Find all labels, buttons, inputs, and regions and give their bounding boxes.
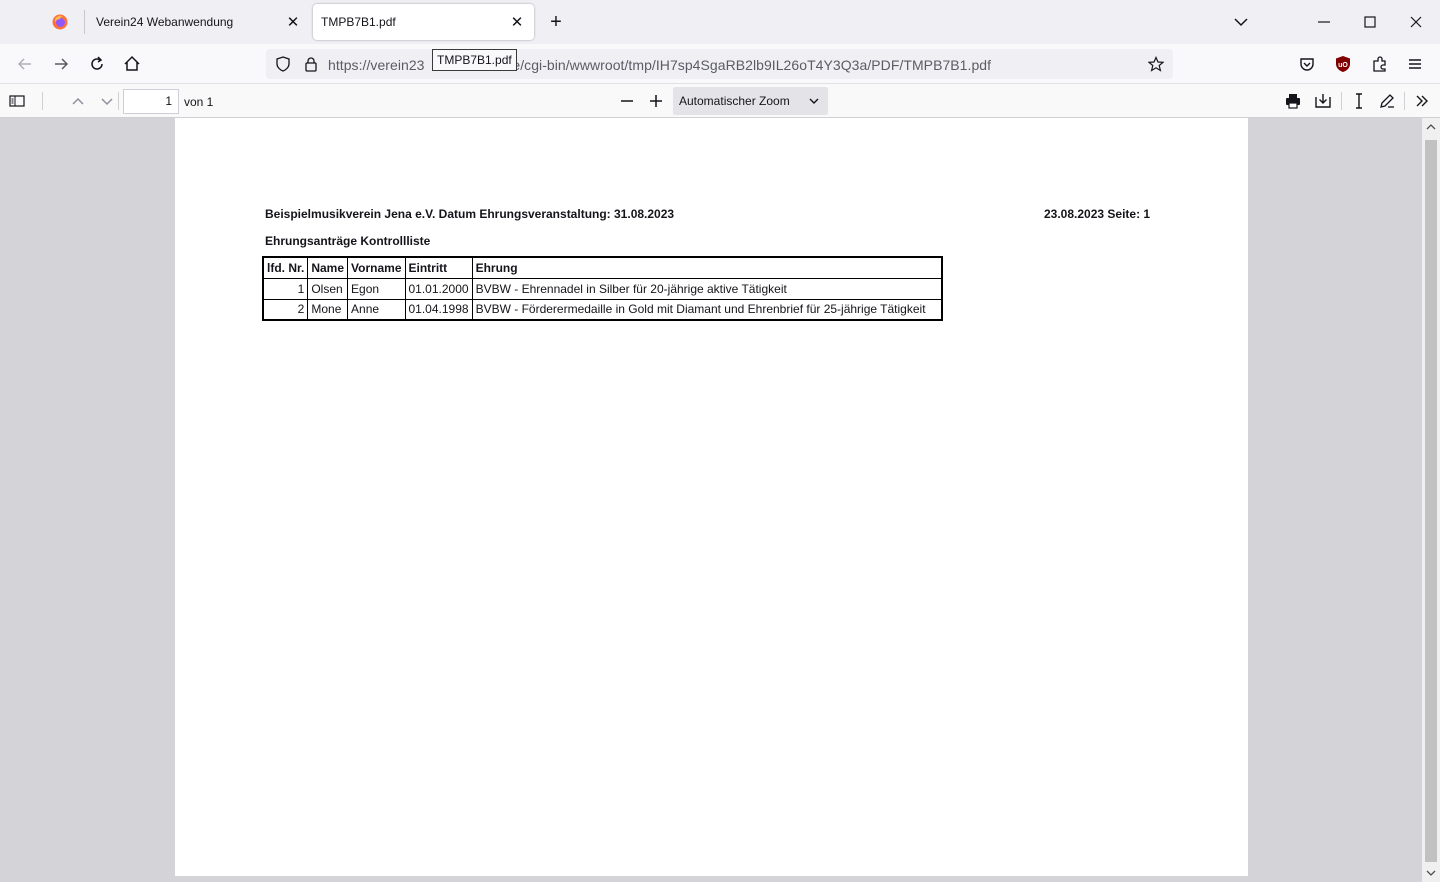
column-header: Eintritt bbox=[404, 256, 473, 279]
table-cell: 1 bbox=[262, 277, 309, 300]
close-tab-icon[interactable]: ✕ bbox=[508, 13, 526, 31]
url-bar[interactable]: https://verein23 de/cgi-bin/wwwroot/tmp/I… bbox=[266, 49, 1173, 79]
previous-page-chevron-up-icon[interactable] bbox=[68, 91, 88, 111]
table-cell: Mone bbox=[307, 298, 349, 321]
pdf-viewer-container[interactable]: Beispielmusikverein Jena e.V. Datum Ehru… bbox=[0, 118, 1422, 882]
maximize-icon[interactable] bbox=[1360, 12, 1380, 32]
url-text: https://verein23 de/cgi-bin/wwwroot/tmp/I… bbox=[328, 57, 992, 73]
tab-verein24[interactable]: Verein24 Webanwendung ✕ bbox=[84, 4, 310, 40]
draw-pen-icon[interactable] bbox=[1377, 91, 1397, 111]
pdf-page: Beispielmusikverein Jena e.V. Datum Ehru… bbox=[175, 118, 1248, 876]
vertical-scrollbar[interactable] bbox=[1422, 118, 1440, 882]
zoom-in-plus-icon[interactable] bbox=[646, 91, 666, 111]
tracking-protection-shield-icon[interactable] bbox=[275, 56, 291, 72]
column-header: Ehrung bbox=[471, 256, 943, 279]
forward-arrow-icon[interactable] bbox=[51, 54, 71, 74]
document-subtitle: Ehrungsanträge Kontrollliste bbox=[265, 234, 431, 248]
table-cell: 01.01.2000 bbox=[404, 277, 473, 300]
column-header: Name bbox=[307, 256, 349, 279]
page-count-label: von 1 bbox=[184, 95, 214, 109]
zoom-out-minus-icon[interactable] bbox=[617, 91, 637, 111]
table-cell: BVBW - Förderermedaille in Gold mit Diam… bbox=[471, 298, 943, 321]
window-close-icon[interactable] bbox=[1406, 12, 1426, 32]
table-row: 2 Mone Anne 01.04.1998 BVBW - Fördererme… bbox=[262, 298, 943, 321]
pocket-icon[interactable] bbox=[1297, 54, 1317, 74]
tab-strip: Verein24 Webanwendung ✕ TMPB7B1.pdf ✕ + bbox=[0, 0, 1440, 44]
page-number-input[interactable]: 1 bbox=[123, 89, 179, 114]
document-header-right: 23.08.2023 Seite: 1 bbox=[1044, 207, 1151, 221]
back-arrow-icon[interactable] bbox=[15, 54, 35, 74]
tab-tooltip: TMPB7B1.pdf bbox=[432, 49, 517, 71]
table-cell: 01.04.1998 bbox=[404, 298, 473, 321]
scrollbar-thumb[interactable] bbox=[1425, 140, 1437, 862]
close-tab-icon[interactable]: ✕ bbox=[284, 13, 302, 31]
table-cell: 2 bbox=[262, 298, 309, 321]
hamburger-menu-icon[interactable] bbox=[1405, 54, 1425, 74]
pdf-toolbar: 1 von 1 Automatischer Zoom bbox=[0, 84, 1440, 118]
extensions-puzzle-icon[interactable] bbox=[1370, 54, 1390, 74]
honors-table: lfd. Nr. Name Vorname Eintritt Ehrung 1 … bbox=[262, 256, 944, 321]
sidebar-toggle-icon[interactable] bbox=[7, 91, 27, 111]
list-all-tabs-chevron-down-icon[interactable] bbox=[1231, 12, 1251, 32]
svg-text:uO: uO bbox=[1338, 62, 1348, 69]
tools-double-chevron-right-icon[interactable] bbox=[1412, 91, 1432, 111]
bookmark-star-icon[interactable] bbox=[1148, 56, 1164, 72]
scroll-up-arrow-icon[interactable] bbox=[1422, 118, 1440, 136]
column-header: lfd. Nr. bbox=[262, 256, 309, 279]
text-cursor-icon[interactable] bbox=[1349, 91, 1369, 111]
print-icon[interactable] bbox=[1283, 91, 1303, 111]
next-page-chevron-down-icon[interactable] bbox=[97, 91, 117, 111]
ublock-origin-icon[interactable]: uO bbox=[1333, 54, 1353, 74]
reload-icon[interactable] bbox=[87, 54, 107, 74]
table-cell: Egon bbox=[347, 277, 406, 300]
new-tab-plus-icon[interactable]: + bbox=[546, 12, 566, 32]
column-header: Vorname bbox=[347, 256, 406, 279]
table-cell: Olsen bbox=[307, 277, 349, 300]
home-icon[interactable] bbox=[122, 54, 142, 74]
minimize-icon[interactable] bbox=[1314, 12, 1334, 32]
tab-title: TMPB7B1.pdf bbox=[321, 15, 396, 29]
table-cell: Anne bbox=[347, 298, 406, 321]
table-header-row: lfd. Nr. Name Vorname Eintritt Ehrung bbox=[262, 256, 943, 279]
download-save-icon[interactable] bbox=[1313, 91, 1333, 111]
zoom-select-value: Automatischer Zoom bbox=[679, 94, 790, 108]
table-row: 1 Olsen Egon 01.01.2000 BVBW - Ehrennade… bbox=[262, 277, 943, 300]
tab-title: Verein24 Webanwendung bbox=[96, 15, 234, 29]
zoom-select[interactable]: Automatischer Zoom bbox=[673, 87, 828, 115]
tab-pdf[interactable]: TMPB7B1.pdf ✕ bbox=[313, 4, 534, 40]
chevron-down-icon bbox=[809, 98, 819, 104]
table-cell: BVBW - Ehrennadel in Silber für 20-jähri… bbox=[471, 277, 943, 300]
firefox-logo-icon[interactable] bbox=[52, 14, 68, 30]
scroll-down-arrow-icon[interactable] bbox=[1422, 864, 1440, 882]
lock-icon[interactable] bbox=[303, 56, 319, 72]
navigation-toolbar: https://verein23 de/cgi-bin/wwwroot/tmp/I… bbox=[0, 44, 1440, 84]
document-header-left: Beispielmusikverein Jena e.V. Datum Ehru… bbox=[265, 207, 675, 221]
